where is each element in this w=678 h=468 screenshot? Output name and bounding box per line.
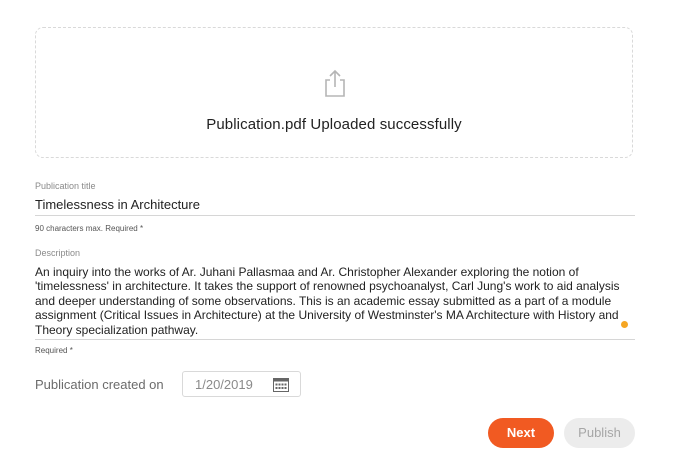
publication-title-helper: 90 characters max. Required * — [35, 224, 144, 233]
description-underline — [35, 339, 635, 340]
publication-date-value[interactable]: 1/20/2019 — [195, 377, 253, 392]
description-textarea[interactable]: An inquiry into the works of Ar. Juhani … — [35, 265, 635, 337]
share-upload-icon — [325, 69, 345, 97]
edit-indicator-dot — [621, 321, 628, 328]
publish-button[interactable]: Publish — [564, 418, 635, 448]
publication-title-input[interactable]: Timelessness in Architecture — [35, 197, 635, 212]
upload-dropzone[interactable]: Publication.pdf Uploaded successfully — [35, 27, 633, 158]
upload-status-message: Publication.pdf Uploaded successfully — [206, 116, 462, 133]
calendar-icon[interactable] — [273, 377, 289, 392]
publication-title-underline — [35, 215, 635, 216]
publication-date-label: Publication created on — [35, 377, 164, 392]
description-label: Description — [35, 248, 81, 258]
next-button[interactable]: Next — [488, 418, 554, 448]
publication-title-label: Publication title — [35, 181, 96, 191]
description-helper: Required * — [35, 346, 73, 355]
publication-date-picker[interactable]: 1/20/2019 — [182, 371, 301, 397]
upload-publication-form: Publication.pdf Uploaded successfully Pu… — [0, 0, 678, 468]
